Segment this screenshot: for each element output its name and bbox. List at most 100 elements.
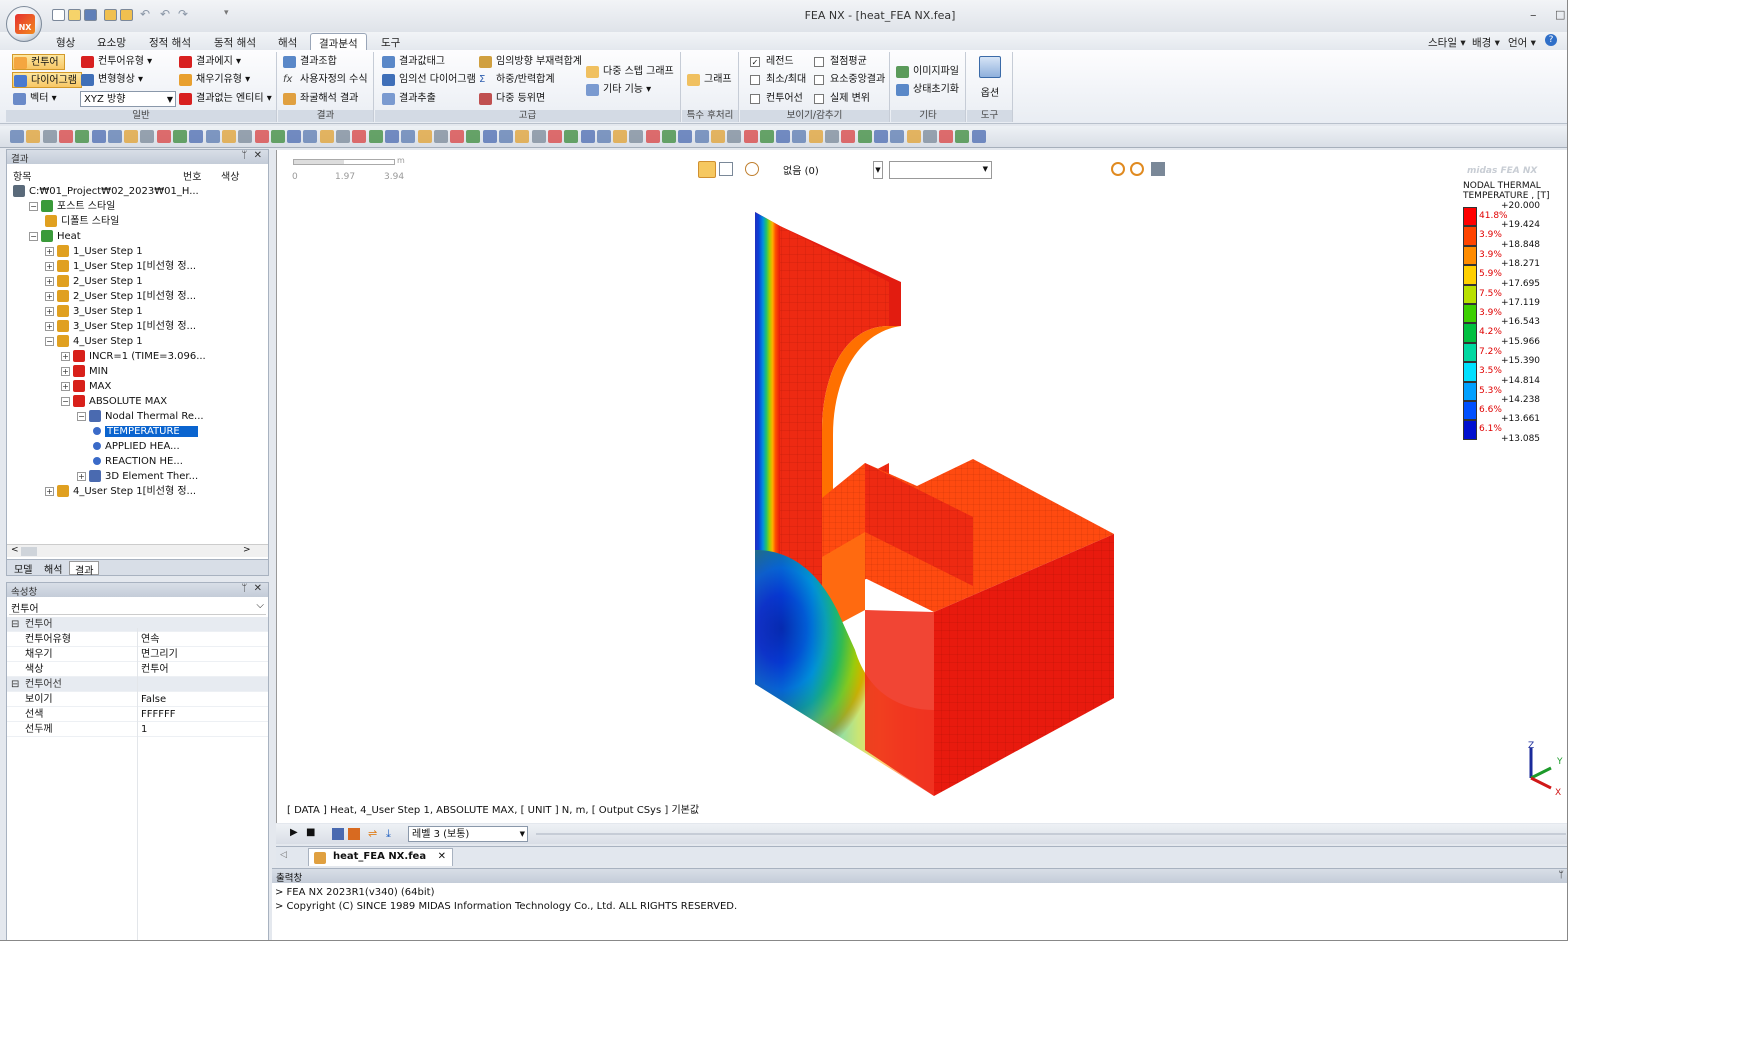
toolbar-tool-icon[interactable] — [140, 130, 155, 143]
toolbar-tool-icon[interactable] — [499, 130, 513, 143]
toolbar-tool-icon[interactable] — [515, 130, 530, 143]
pin-close-icon[interactable]: ᛘ ✕ — [241, 583, 262, 594]
toolbar-tool-icon[interactable] — [971, 130, 986, 143]
custom-formula-button[interactable]: fx 사용자정의 수식 — [282, 72, 368, 88]
toolbar-tool-icon[interactable] — [254, 130, 269, 143]
tree-item[interactable]: REACTION HE... — [93, 455, 183, 469]
toolbar-tool-icon[interactable] — [336, 130, 350, 143]
tree-item[interactable]: APPLIED HEA... — [93, 440, 180, 454]
toolbar-tool-icon[interactable] — [173, 130, 187, 143]
pin-icon[interactable]: ᛘ — [1558, 870, 1564, 881]
export-icon[interactable] — [120, 9, 133, 21]
collapse-icon[interactable]: ⊟ — [11, 677, 19, 692]
language-menu[interactable]: 언어 ▾ — [1500, 33, 1544, 50]
tree-item[interactable]: − Nodal Thermal Re... — [77, 410, 204, 424]
multi-iso-button[interactable]: 다중 등위면 — [478, 91, 545, 107]
tab-dynamic-analysis[interactable]: 동적 해석 — [206, 33, 264, 50]
toolbar-tool-icon[interactable] — [368, 130, 383, 143]
property-value[interactable]: 연속 — [141, 632, 159, 647]
tree-item[interactable]: +3D Element Ther... — [77, 470, 198, 484]
step-icon[interactable]: ⇌ — [368, 827, 377, 840]
toolbar-tool-icon[interactable] — [922, 130, 937, 143]
quick-access-dropdown-icon[interactable]: ▾ — [224, 8, 229, 18]
undo-icon[interactable]: ↶ — [140, 7, 150, 21]
toolbar-tool-icon[interactable] — [91, 130, 106, 143]
tree-item[interactable]: 디폴트 스타일 — [45, 215, 119, 229]
tree-item[interactable]: +1_User Step 1 — [45, 245, 143, 259]
tab-static-analysis[interactable]: 정적 해석 — [141, 33, 199, 50]
toolbar-tool-icon[interactable] — [743, 130, 758, 143]
expand-icon[interactable]: + — [61, 351, 70, 361]
tree-item[interactable]: + INCR=1 (TIME=3.096... — [61, 350, 206, 364]
property-value[interactable]: 면그리기 — [141, 647, 178, 662]
toolbar-tool-icon[interactable] — [678, 130, 693, 143]
toolbar-tool-icon[interactable] — [384, 130, 399, 143]
toolbar-tool-icon[interactable] — [238, 130, 253, 143]
graph-button[interactable]: 그래프 — [686, 72, 732, 88]
tree-item[interactable]: + MIN — [61, 365, 108, 379]
toolbar-tool-icon[interactable] — [857, 130, 872, 143]
expand-icon[interactable]: + — [61, 366, 70, 376]
toolbar-tool-icon[interactable] — [75, 130, 90, 143]
legend-checkbox[interactable]: ✓ 레전드 — [748, 54, 794, 70]
tree-item[interactable]: TEMPERATURE — [93, 425, 198, 439]
toolbar-tool-icon[interactable] — [694, 130, 709, 143]
vector-dropdown[interactable]: 벡터 ▾ — [12, 91, 57, 107]
expand-icon[interactable]: + — [45, 306, 54, 316]
toolbar-tool-icon[interactable] — [10, 130, 24, 143]
toolbar-tool-icon[interactable] — [808, 130, 823, 143]
toolbar-tool-icon[interactable] — [58, 130, 73, 143]
expand-icon[interactable]: + — [45, 291, 54, 301]
toolbar-tool-icon[interactable] — [792, 130, 807, 143]
direction-select[interactable]: XYZ 방향 ▼ — [80, 91, 176, 107]
toolbar-tool-icon[interactable] — [955, 130, 970, 143]
toolbar-tool-icon[interactable] — [580, 130, 595, 143]
save-icon[interactable] — [84, 9, 97, 21]
download-icon[interactable]: ⤓ — [386, 827, 391, 841]
scroll-right-icon[interactable]: > — [243, 545, 251, 555]
toolbar-tool-icon[interactable] — [873, 130, 888, 143]
collapse-icon[interactable]: − — [29, 231, 38, 241]
fea-model-svg[interactable] — [277, 150, 1568, 823]
toolbar-tool-icon[interactable] — [613, 130, 628, 143]
toolbar-tool-icon[interactable] — [759, 130, 774, 143]
toolbar-tool-icon[interactable] — [466, 130, 481, 143]
toolbar-tool-icon[interactable] — [124, 130, 139, 143]
redo-icon[interactable]: ↷ — [178, 7, 188, 21]
tree-item[interactable]: +2_User Step 1[비선형 정... — [45, 290, 196, 304]
tab-result-analysis[interactable]: 결과분석 — [310, 33, 367, 50]
toolbar-tool-icon[interactable] — [629, 130, 644, 143]
help-icon[interactable]: ? — [1545, 34, 1557, 46]
fill-type-dropdown[interactable]: 채우기유형 ▾ — [178, 72, 250, 88]
toolbar-tool-icon[interactable] — [727, 130, 742, 143]
tree-item[interactable]: + MAX — [61, 380, 111, 394]
expand-icon[interactable]: + — [45, 261, 54, 271]
toolbar-tool-icon[interactable] — [270, 130, 285, 143]
buckling-result-button[interactable]: 좌굴해석 결과 — [282, 91, 358, 107]
etc-functions-dropdown[interactable]: 기타 기능 ▾ — [585, 82, 651, 98]
minmax-checkbox[interactable]: 최소/최대 — [748, 72, 806, 88]
options-icon[interactable] — [979, 56, 1001, 78]
toolbar-tool-icon[interactable] — [531, 130, 546, 143]
tree-item[interactable]: +4_User Step 1[비선형 정... — [45, 485, 196, 499]
scroll-thumb[interactable] — [21, 547, 37, 556]
toolbar-tool-icon[interactable] — [401, 130, 416, 143]
toolbar-tool-icon[interactable] — [939, 130, 954, 143]
toolbar-tool-icon[interactable] — [710, 130, 725, 143]
tab-tools[interactable]: 도구 — [373, 33, 408, 50]
toolbar-tool-icon[interactable] — [564, 130, 579, 143]
scroll-left-icon[interactable]: < — [11, 545, 19, 555]
toolbar-tool-icon[interactable] — [825, 130, 839, 143]
any-line-diagram-button[interactable]: 임의선 다이어그램 — [381, 72, 476, 88]
record-icon[interactable] — [332, 828, 344, 840]
property-value[interactable]: False — [141, 692, 166, 707]
tree-item[interactable]: − 4_User Step 1 — [45, 335, 143, 349]
tab-mesh[interactable]: 요소망 — [89, 33, 134, 50]
toolbar-tool-icon[interactable] — [450, 130, 465, 143]
contour-line-checkbox[interactable]: 컨투어선 — [748, 91, 803, 107]
tree-item[interactable]: − ABSOLUTE MAX — [61, 395, 167, 409]
minimize-icon[interactable]: – — [1530, 8, 1537, 23]
tab-scroll-left-icon[interactable]: ◁ — [280, 850, 287, 860]
open-folder-icon[interactable] — [68, 9, 81, 21]
toolbar-tool-icon[interactable] — [596, 130, 611, 143]
